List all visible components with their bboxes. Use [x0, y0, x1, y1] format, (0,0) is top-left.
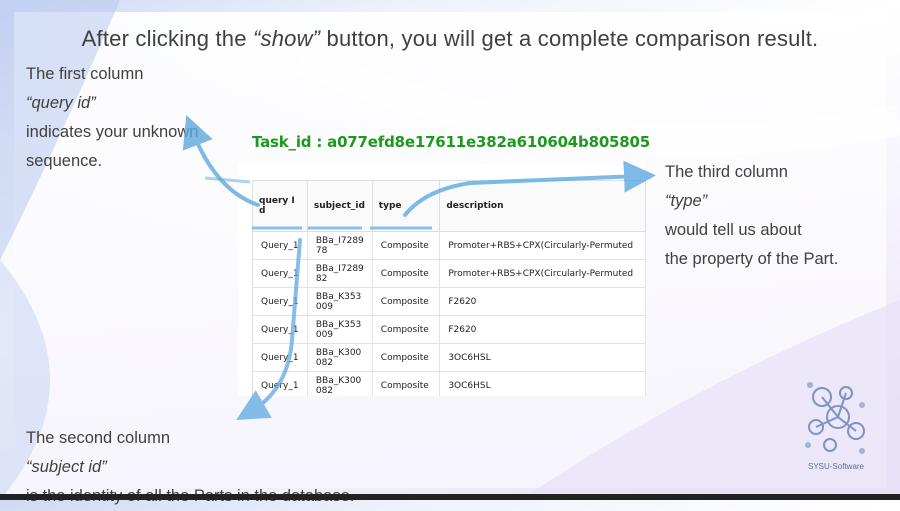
annotation-arrows: [182, 115, 656, 421]
arrow-to-query-note: [182, 115, 260, 207]
arrow-guide-left: [204, 176, 251, 184]
arrow-to-subject-note: [236, 238, 302, 421]
logo-caption: SYSU-Software: [807, 462, 865, 471]
bottom-bar: [0, 494, 900, 500]
arrow-to-type-note: [403, 160, 656, 217]
sysu-software-logo: [805, 382, 865, 454]
